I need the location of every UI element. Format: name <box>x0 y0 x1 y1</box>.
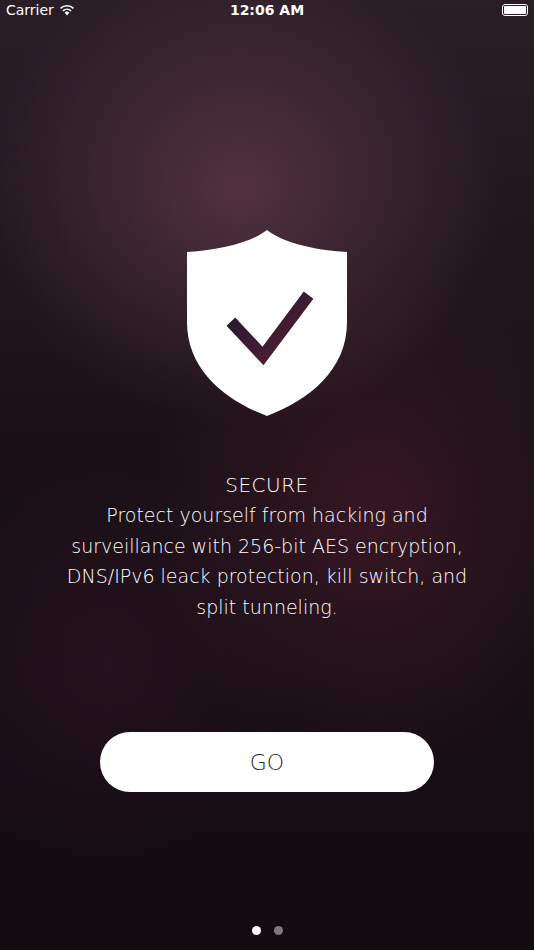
carrier-label: Carrier <box>6 2 54 18</box>
page-dot[interactable] <box>274 926 283 935</box>
battery-icon <box>502 4 528 16</box>
wifi-icon <box>59 4 75 16</box>
onboarding-screen: Carrier 12:06 AM SECUREProtect yourself fr… <box>0 0 534 950</box>
slide-title: SECURE <box>225 470 308 500</box>
page-indicator <box>252 926 283 950</box>
status-bar: Carrier 12:06 AM <box>0 0 534 20</box>
status-time: 12:06 AM <box>230 2 304 18</box>
carrier-info: Carrier <box>6 2 230 18</box>
slide: SECUREProtect yourself from hacking and … <box>0 20 534 950</box>
go-button[interactable]: GO <box>100 732 434 792</box>
page-dot[interactable] <box>252 926 261 935</box>
slide-description: Protect yourself from hacking and survei… <box>42 500 492 622</box>
shield-check-icon <box>187 230 347 416</box>
